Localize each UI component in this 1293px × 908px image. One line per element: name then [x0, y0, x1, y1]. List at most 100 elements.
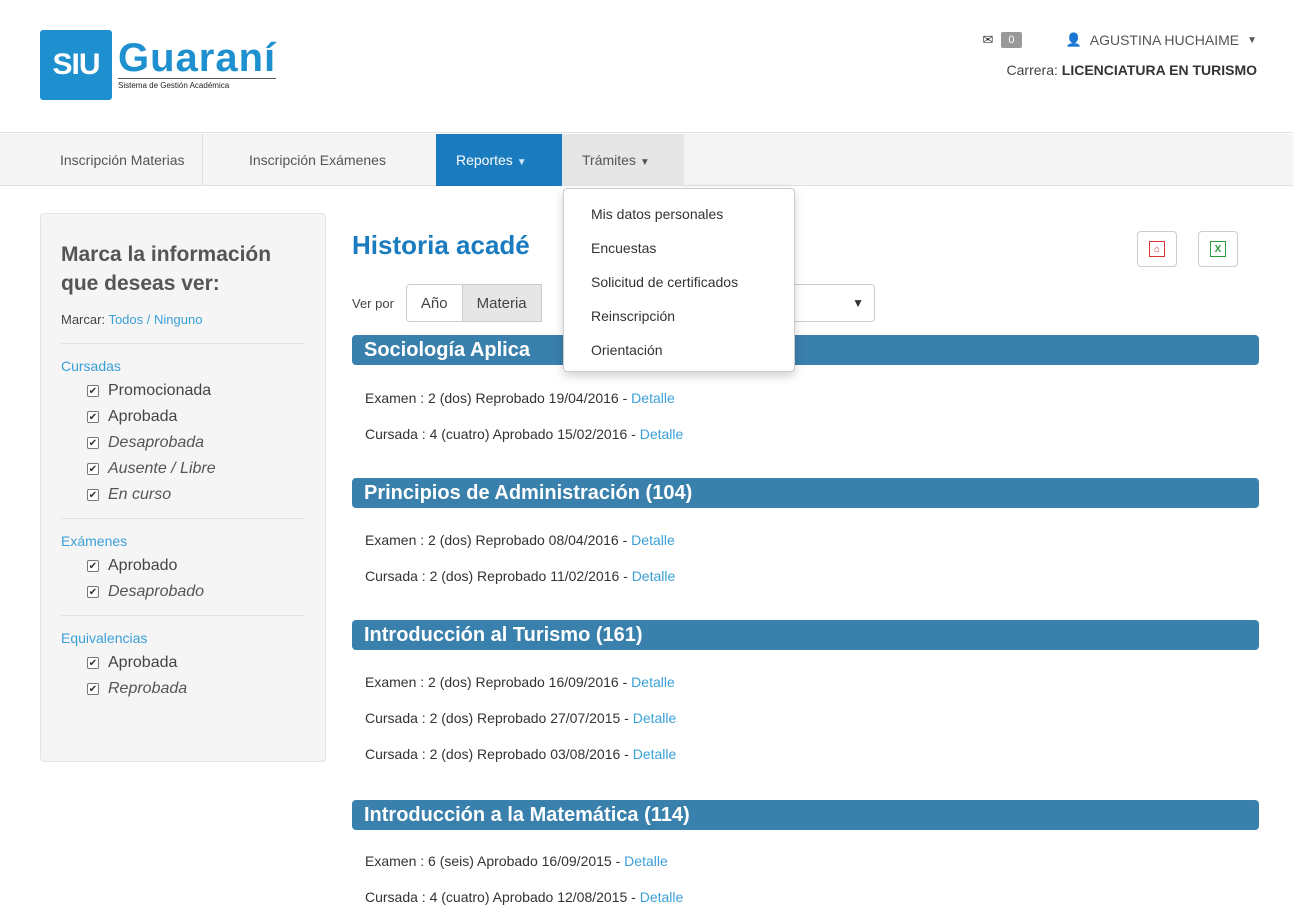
checkbox-checked-icon[interactable]: ✔ [87, 657, 99, 669]
mark-none-link[interactable]: Ninguno [154, 312, 202, 327]
export-excel-button[interactable]: X [1198, 231, 1238, 267]
record-text: Examen : 6 (seis) Aprobado 16/09/2015 - [365, 853, 625, 869]
sidebar-title: Marca la información que deseas ver: [61, 240, 305, 298]
envelope-icon[interactable]: ✉ [983, 32, 994, 48]
checkbox-equiv-reprobada[interactable]: ✔ Reprobada [61, 676, 305, 702]
checkbox-label: Aprobada [108, 654, 178, 671]
nav-inscripcion-examenes[interactable]: Inscripción Exámenes [232, 134, 403, 186]
mark-all-link[interactable]: Todos [108, 312, 143, 327]
detail-link[interactable]: Detalle [633, 746, 677, 762]
detail-link[interactable]: Detalle [640, 426, 684, 442]
checkbox-examen-desaprobado[interactable]: ✔ Desaprobado [61, 579, 305, 605]
checkbox-checked-icon[interactable]: ✔ [87, 385, 99, 397]
nav-inscripcion-materias[interactable]: Inscripción Materias [43, 134, 203, 186]
menu-item-certificados[interactable]: Solicitud de certificados [564, 265, 794, 299]
detail-link[interactable]: Detalle [640, 889, 684, 905]
menu-item-reinscripcion[interactable]: Reinscripción [564, 299, 794, 333]
record-line: Examen : 6 (seis) Aprobado 16/09/2015 - … [365, 853, 668, 869]
record-text: Cursada : 4 (cuatro) Aprobado 12/08/2015… [365, 889, 640, 905]
checkbox-label: Reprobada [108, 680, 188, 697]
checkbox-checked-icon[interactable]: ✔ [87, 489, 99, 501]
checkbox-desaprobada[interactable]: ✔ Desaprobada [61, 430, 305, 456]
checkbox-label: Desaprobado [108, 583, 205, 600]
logo-name: Guaraní [118, 36, 277, 80]
chevron-down-icon: ▼ [516, 157, 527, 168]
checkbox-checked-icon[interactable]: ✔ [87, 586, 99, 598]
view-by-year-button[interactable]: Año [405, 284, 463, 322]
nav-tramites[interactable]: Trámites ▼ [562, 134, 684, 186]
checkbox-aprobada[interactable]: ✔ Aprobada [61, 404, 305, 430]
checkbox-ausente-libre[interactable]: ✔ Ausente / Libre [61, 456, 305, 482]
page-title: Historia acadé [352, 230, 530, 260]
user-name[interactable]: AGUSTINA HUCHAIME [1090, 32, 1239, 48]
menu-item-encuestas[interactable]: Encuestas [564, 231, 794, 265]
checkbox-label: Desaprobada [108, 434, 205, 451]
view-by-subject-button[interactable]: Materia [462, 284, 542, 322]
excel-icon: X [1210, 241, 1226, 257]
record-line: Examen : 2 (dos) Reprobado 16/09/2016 - … [365, 674, 675, 690]
mark-label: Marcar: [61, 312, 106, 327]
view-by-label: Ver por [352, 295, 394, 311]
checkbox-checked-icon[interactable]: ✔ [87, 411, 99, 423]
tramites-dropdown-menu: Mis datos personales Encuestas Solicitud… [563, 188, 795, 372]
chevron-down-icon: ▼ [639, 157, 650, 168]
subject-header: Principios de Administración (104) [352, 478, 1259, 508]
sidebar-title-line: Marca la información [61, 243, 272, 266]
section-cursadas: Cursadas ✔ Promocionada ✔ Aprobada ✔ Desapr… [61, 344, 305, 519]
export-pdf-button[interactable]: ⌂ [1137, 231, 1177, 267]
mail-count-badge[interactable]: 0 [1001, 32, 1022, 48]
detail-link[interactable]: Detalle [631, 674, 675, 690]
checkbox-label: Aprobado [108, 557, 178, 574]
record-line: Cursada : 2 (dos) Reprobado 27/07/2015 -… [365, 710, 676, 726]
section-heading: Cursadas [61, 358, 121, 374]
carrera-label: Carrera: [1006, 62, 1058, 78]
pdf-icon: ⌂ [1149, 241, 1165, 257]
checkbox-checked-icon[interactable]: ✔ [87, 683, 99, 695]
menu-item-mis-datos[interactable]: Mis datos personales [564, 197, 794, 231]
record-text: Examen : 2 (dos) Reprobado 19/04/2016 - [365, 390, 632, 406]
carrera-value: LICENCIATURA EN TURISMO [1061, 62, 1257, 78]
siu-guarani-logo[interactable]: SIU Guaraní Sistema de Gestión Académica [40, 30, 277, 100]
main-navbar: Inscripción Materias Inscripción Exámene… [0, 134, 1293, 186]
record-text: Cursada : 2 (dos) Reprobado 27/07/2015 - [365, 710, 633, 726]
subject-header: Introducción a la Matemática (114) [352, 800, 1259, 830]
checkbox-en-curso[interactable]: ✔ En curso [61, 482, 305, 508]
nav-label: Inscripción Materias [60, 152, 185, 168]
logo-subtitle: Sistema de Gestión Académica [118, 78, 277, 90]
section-heading: Exámenes [61, 533, 128, 549]
section-examenes: Exámenes ✔ Aprobado ✔ Desaprobado [61, 519, 305, 616]
detail-link[interactable]: Detalle [624, 853, 668, 869]
checkbox-equiv-aprobada[interactable]: ✔ Aprobada [61, 650, 305, 676]
mark-controls: Marcar: Todos / Ninguno [61, 312, 305, 344]
checkbox-checked-icon[interactable]: ✔ [87, 437, 99, 449]
chevron-down-icon[interactable]: ▼ [1247, 35, 1257, 46]
carrera-info: Carrera: LICENCIATURA EN TURISMO [983, 62, 1257, 78]
checkbox-label: Ausente / Libre [108, 460, 216, 477]
nav-reportes[interactable]: Reportes ▼ [436, 134, 562, 186]
filter-sidebar: Marca la información que deseas ver: Mar… [40, 213, 326, 762]
record-line: Cursada : 4 (cuatro) Aprobado 12/08/2015… [365, 889, 683, 905]
record-text: Examen : 2 (dos) Reprobado 16/09/2016 - [365, 674, 632, 690]
menu-item-orientacion[interactable]: Orientación [564, 333, 794, 367]
checkbox-examen-aprobado[interactable]: ✔ Aprobado [61, 553, 305, 579]
record-line: Cursada : 4 (cuatro) Aprobado 15/02/2016… [365, 426, 683, 442]
subject-header: Introducción al Turismo (161) [352, 620, 1259, 650]
sidebar-title-line: que deseas ver: [61, 272, 220, 295]
record-line: Cursada : 2 (dos) Reprobado 03/08/2016 -… [365, 746, 676, 762]
checkbox-promocionada[interactable]: ✔ Promocionada [61, 378, 305, 404]
detail-link[interactable]: Detalle [631, 532, 675, 548]
section-heading: Equivalencias [61, 630, 148, 646]
record-text: Cursada : 4 (cuatro) Aprobado 15/02/2016… [365, 426, 640, 442]
checkbox-checked-icon[interactable]: ✔ [87, 560, 99, 572]
detail-link[interactable]: Detalle [633, 710, 677, 726]
nav-label: Inscripción Exámenes [249, 152, 386, 168]
checkbox-checked-icon[interactable]: ✔ [87, 463, 99, 475]
detail-link[interactable]: Detalle [632, 568, 676, 584]
checkbox-label: Promocionada [108, 382, 212, 399]
chevron-down-icon: ▼ [852, 296, 864, 310]
section-equivalencias: Equivalencias ✔ Aprobada ✔ Reprobada [61, 616, 305, 712]
mark-separator: / [146, 312, 151, 327]
nav-label: Reportes [456, 152, 513, 168]
record-line: Examen : 2 (dos) Reprobado 08/04/2016 - … [365, 532, 675, 548]
detail-link[interactable]: Detalle [631, 390, 675, 406]
